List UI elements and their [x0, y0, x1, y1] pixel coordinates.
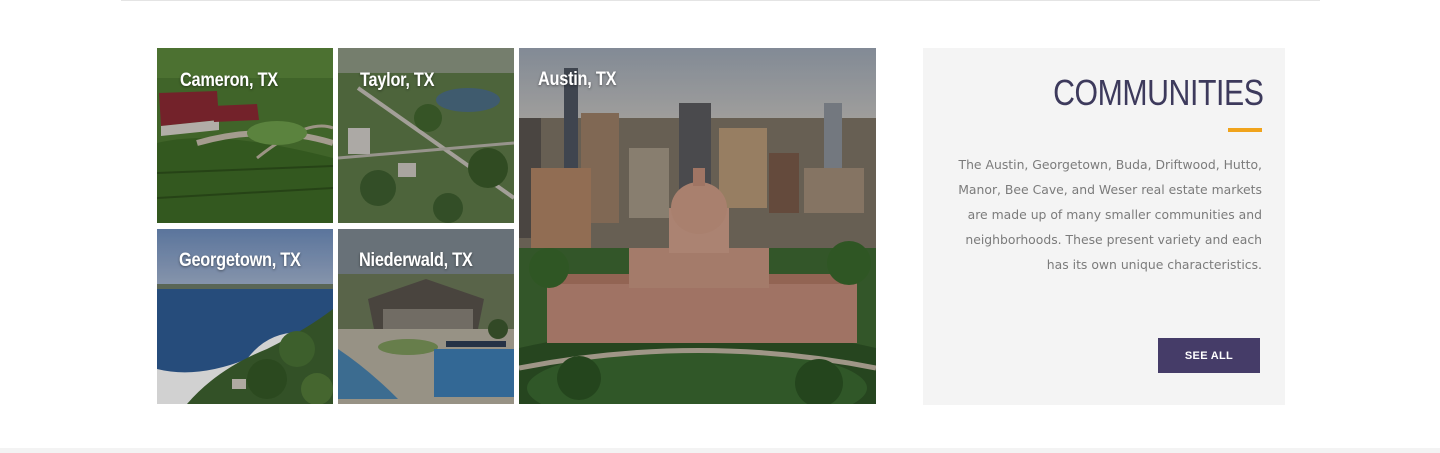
community-tile-austin[interactable]: Austin, TX — [519, 48, 876, 404]
communities-panel: COMMUNITIES The Austin, Georgetown, Buda… — [923, 48, 1285, 405]
section-footer-band — [0, 448, 1440, 453]
tile-label-georgetown: Georgetown, TX — [179, 250, 301, 271]
tile-label-taylor: Taylor, TX — [360, 70, 435, 91]
title-accent-bar — [1228, 128, 1262, 132]
tile-label-austin: Austin, TX — [538, 69, 617, 90]
top-divider — [121, 0, 1320, 1]
community-tile-niederwald[interactable]: Niederwald, TX — [338, 229, 514, 404]
section-title: COMMUNITIES — [1052, 72, 1264, 113]
tile-label-niederwald: Niederwald, TX — [359, 250, 473, 271]
tile-overlay — [519, 48, 876, 404]
tile-label-cameron: Cameron, TX — [180, 70, 278, 91]
community-tile-cameron[interactable]: Cameron, TX — [157, 48, 333, 223]
see-all-button[interactable]: SEE ALL — [1158, 338, 1260, 373]
section-description: The Austin, Georgetown, Buda, Driftwood,… — [958, 157, 1262, 272]
community-tile-taylor[interactable]: Taylor, TX — [338, 48, 514, 223]
community-tile-georgetown[interactable]: Georgetown, TX — [157, 229, 333, 404]
